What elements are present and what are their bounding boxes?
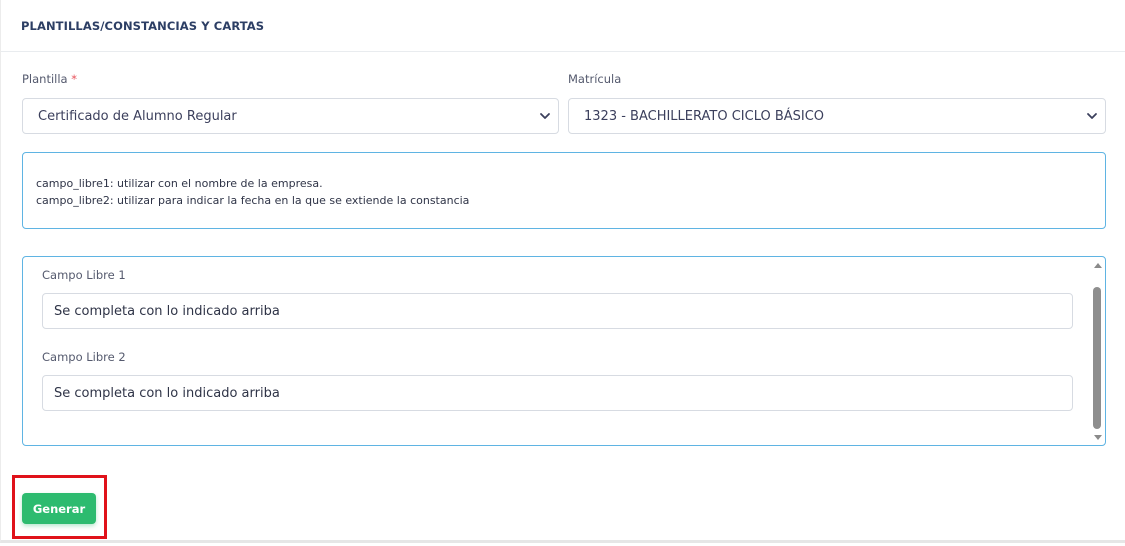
instructions-box: campo_libre1: utilizar con el nombre de … xyxy=(22,152,1106,229)
free-fields-panel[interactable]: Campo Libre 1 Se completa con lo indicad… xyxy=(22,256,1106,446)
campo-libre-2-input[interactable]: Se completa con lo indicado arriba xyxy=(42,375,1073,411)
templates-card: PLANTILLAS/CONSTANCIAS Y CARTAS Plantill… xyxy=(0,0,1125,543)
required-mark: * xyxy=(71,72,78,86)
plantilla-label: Plantilla * xyxy=(22,72,77,86)
matricula-label: Matrícula xyxy=(568,72,621,86)
campo-libre-2-label: Campo Libre 2 xyxy=(42,350,126,364)
matricula-label-text: Matrícula xyxy=(568,72,622,86)
campo-libre-1-value: Se completa con lo indicado arriba xyxy=(54,303,280,319)
vertical-scrollbar[interactable] xyxy=(1091,257,1105,445)
chevron-down-icon xyxy=(1087,113,1097,119)
scroll-down-arrow-icon[interactable] xyxy=(1094,435,1102,440)
matricula-select[interactable]: 1323 - BACHILLERATO CICLO BÁSICO xyxy=(568,98,1106,134)
campo-libre-1-input[interactable]: Se completa con lo indicado arriba xyxy=(42,293,1073,329)
campo-libre-1-label: Campo Libre 1 xyxy=(42,268,126,282)
instructions-line-1: campo_libre1: utilizar con el nombre de … xyxy=(36,177,323,190)
plantilla-select-value: Certificado de Alumno Regular xyxy=(38,108,237,124)
plantilla-label-text: Plantilla xyxy=(22,72,68,86)
chevron-down-icon xyxy=(540,113,550,119)
page-title: PLANTILLAS/CONSTANCIAS Y CARTAS xyxy=(21,18,265,33)
scroll-up-arrow-icon[interactable] xyxy=(1094,263,1102,268)
instructions-line-2: campo_libre2: utilizar para indicar la f… xyxy=(36,194,470,207)
scrollbar-thumb[interactable] xyxy=(1093,287,1101,429)
matricula-select-value: 1323 - BACHILLERATO CICLO BÁSICO xyxy=(584,108,825,124)
campo-libre-2-value: Se completa con lo indicado arriba xyxy=(54,385,280,401)
card-header: PLANTILLAS/CONSTANCIAS Y CARTAS xyxy=(1,0,1125,52)
plantilla-select[interactable]: Certificado de Alumno Regular xyxy=(22,98,559,134)
generate-button[interactable]: Generar xyxy=(22,493,96,524)
